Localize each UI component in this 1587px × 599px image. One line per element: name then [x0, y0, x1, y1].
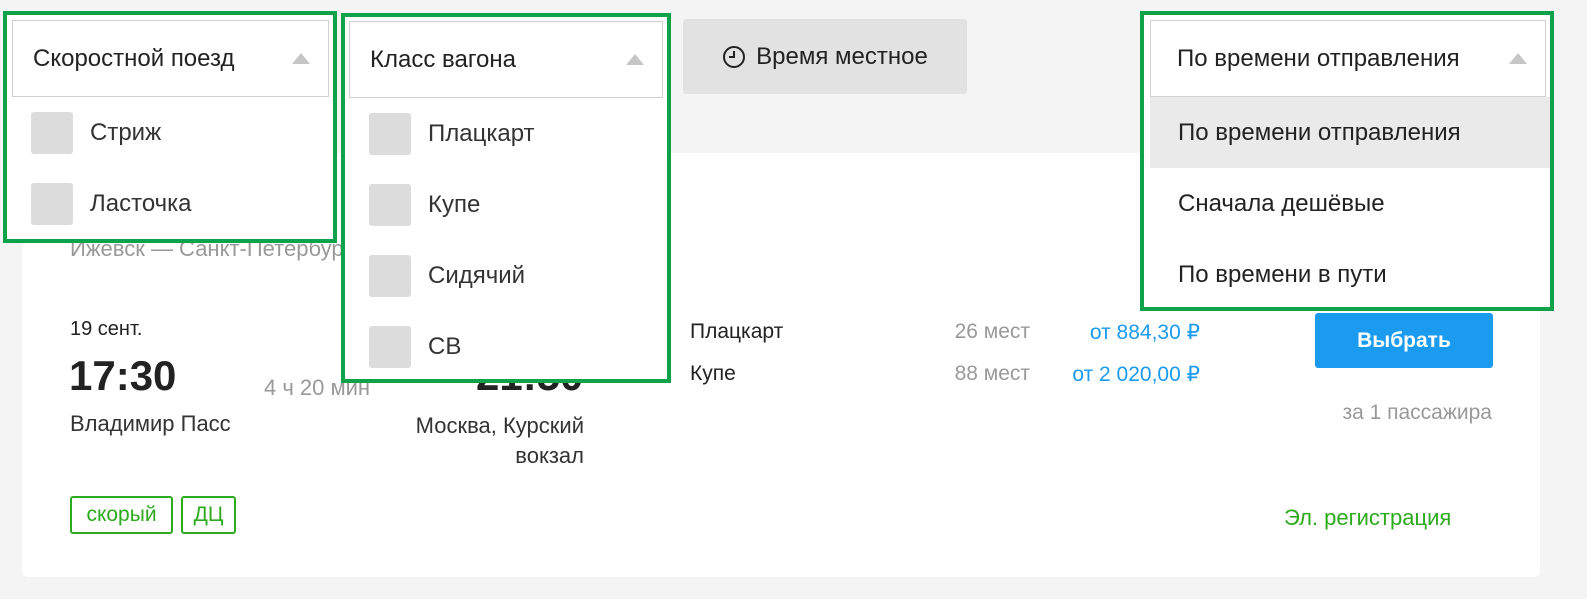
sort-select[interactable]: По времени отправления	[1150, 20, 1546, 97]
car-class-option[interactable]: СВ	[345, 311, 667, 382]
checkbox[interactable]	[369, 183, 411, 226]
sort-option[interactable]: Сначала дешёвые	[1150, 168, 1550, 239]
car-class-option[interactable]: Плацкарт	[345, 98, 667, 169]
class-seats: 26 мест	[954, 320, 1030, 343]
per-passenger-label: за 1 пассажира	[1342, 401, 1492, 424]
local-time-label: Время местное	[756, 42, 928, 70]
class-price[interactable]: от 2 020,00 ₽	[1030, 362, 1200, 387]
departure-station: Владимир Пасс	[70, 411, 231, 436]
sort-label: По времени отправления	[1177, 44, 1460, 72]
train-type-option[interactable]: Стриж	[12, 97, 333, 168]
train-type-label: Скоростной поезд	[33, 44, 235, 72]
departure-date: 19 сент.	[70, 318, 143, 340]
option-label: Стриж	[90, 118, 162, 146]
badge-dc: ДЦ	[181, 496, 236, 534]
checkbox[interactable]	[369, 112, 411, 155]
class-name: Плацкарт	[690, 320, 784, 343]
train-type-option[interactable]: Ласточка	[12, 168, 333, 239]
arrival-station: Москва, Курский вокзал	[415, 413, 584, 468]
e-registration-label: Эл. регистрация	[1284, 505, 1452, 530]
option-label: Плацкарт	[428, 119, 535, 147]
train-type-dropdown: Скоростной поезд Стриж Ласточка	[3, 11, 337, 243]
option-label: Ласточка	[90, 189, 192, 217]
badge-fast: скорый	[70, 496, 173, 534]
triangle-up-icon	[1509, 53, 1527, 64]
sort-option[interactable]: По времени в пути	[1150, 239, 1550, 310]
car-class-option[interactable]: Сидячий	[345, 240, 667, 311]
choose-button[interactable]: Выбрать	[1315, 313, 1493, 368]
car-class-label: Класс вагона	[370, 45, 517, 73]
sort-option-selected[interactable]: По времени отправления	[1150, 97, 1550, 168]
car-class-select[interactable]: Класс вагона	[349, 21, 663, 98]
departure-time: 17:30	[69, 352, 177, 399]
option-label: Купе	[428, 190, 481, 218]
option-label: СВ	[428, 332, 462, 360]
checkbox[interactable]	[369, 254, 411, 297]
option-label: Сидячий	[428, 261, 526, 289]
checkbox[interactable]	[31, 182, 73, 225]
class-seats: 88 мест	[954, 362, 1030, 385]
car-class-dropdown: Класс вагона Плацкарт Купе Сидячий СВ	[341, 13, 671, 383]
local-time-button[interactable]: Время местное	[683, 19, 967, 94]
clock-icon	[723, 45, 746, 68]
triangle-up-icon	[626, 54, 644, 65]
train-type-select[interactable]: Скоростной поезд	[12, 20, 329, 97]
checkbox[interactable]	[369, 325, 411, 368]
checkbox[interactable]	[31, 111, 73, 154]
class-name: Купе	[690, 362, 736, 385]
triangle-up-icon	[292, 53, 310, 64]
sort-dropdown: По времени отправления По времени отправ…	[1140, 11, 1554, 311]
class-price[interactable]: от 884,30 ₽	[1030, 320, 1200, 345]
car-class-option[interactable]: Купе	[345, 169, 667, 240]
